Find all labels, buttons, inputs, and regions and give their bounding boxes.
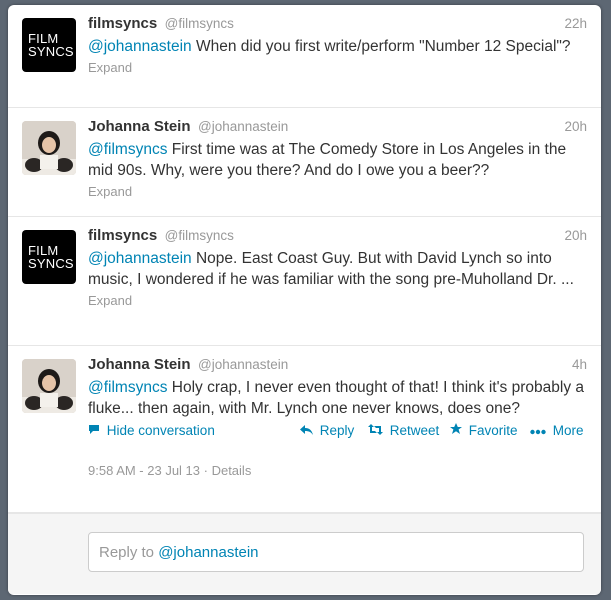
conversation-panel: FILM SYNCS filmsyncs @filmsyncs 22h @joh…: [8, 5, 601, 595]
expand-link[interactable]: Expand: [88, 184, 587, 199]
johanna-photo-icon: [22, 359, 76, 413]
tweet-text: @johannastein When did you first write/p…: [88, 38, 571, 55]
user-name[interactable]: filmsyncs: [88, 15, 157, 32]
reply-area: Reply to @johannastein: [8, 513, 601, 594]
tweet[interactable]: FILM SYNCS filmsyncs @filmsyncs 22h @joh…: [8, 5, 601, 108]
user-handle[interactable]: @filmsyncs: [165, 228, 234, 243]
avatar[interactable]: [22, 359, 76, 413]
tweet-actions: Hide conversation Reply Retweet Favorite: [88, 423, 587, 445]
mention-link[interactable]: @johannastein: [88, 250, 192, 267]
avatar[interactable]: FILM SYNCS: [22, 18, 76, 72]
user-handle[interactable]: @johannastein: [198, 119, 288, 134]
tweet-timestamp[interactable]: 9:58 AM - 23 Jul 13: [88, 463, 200, 478]
tweet[interactable]: FILM SYNCS filmsyncs @filmsyncs 20h @joh…: [8, 217, 601, 346]
filmsyncs-logo: FILM SYNCS: [28, 243, 74, 271]
details-link[interactable]: Details: [212, 463, 252, 478]
tweet-text: @johannastein Nope. East Coast Guy. But …: [88, 250, 574, 288]
reply-mention: @johannastein: [158, 544, 259, 561]
tweet[interactable]: Johanna Stein @johannastein 20h @filmsyn…: [8, 108, 601, 217]
user-name[interactable]: Johanna Stein: [88, 356, 191, 373]
speech-bubble-icon: [88, 423, 104, 438]
tweet-time[interactable]: 20h: [564, 225, 587, 247]
reply-arrow-icon: [300, 423, 317, 438]
retweet-icon: [368, 423, 387, 438]
reply-button[interactable]: Reply: [300, 423, 354, 438]
mention-link[interactable]: @johannastein: [88, 38, 192, 55]
tweet-expanded[interactable]: Johanna Stein @johannastein 4h @filmsync…: [8, 346, 601, 513]
johanna-photo-icon: [22, 121, 76, 175]
favorite-button[interactable]: Favorite: [450, 423, 518, 438]
reply-input[interactable]: Reply to @johannastein: [88, 532, 584, 572]
expand-link[interactable]: Expand: [88, 60, 587, 75]
filmsyncs-logo: FILM SYNCS: [28, 31, 74, 59]
tweet-timestamp-row: 9:58 AM - 23 Jul 13 · Details: [88, 463, 252, 478]
tweet-time[interactable]: 22h: [564, 13, 587, 35]
star-icon: [450, 423, 466, 438]
hide-conversation-link[interactable]: Hide conversation: [88, 423, 215, 438]
avatar[interactable]: [22, 121, 76, 175]
user-name[interactable]: Johanna Stein: [88, 118, 191, 135]
mention-link[interactable]: @filmsyncs: [88, 141, 167, 158]
avatar[interactable]: FILM SYNCS: [22, 230, 76, 284]
tweet-time[interactable]: 4h: [572, 354, 587, 376]
tweet-text: @filmsyncs Holy crap, I never even thoug…: [88, 379, 584, 417]
user-name[interactable]: filmsyncs: [88, 227, 157, 244]
user-handle[interactable]: @filmsyncs: [165, 16, 234, 31]
tweet-time[interactable]: 20h: [564, 116, 587, 138]
mention-link[interactable]: @filmsyncs: [88, 379, 167, 396]
tweet-text: @filmsyncs First time was at The Comedy …: [88, 141, 567, 179]
ellipsis-icon: [530, 423, 550, 438]
retweet-button[interactable]: Retweet: [368, 423, 439, 438]
user-handle[interactable]: @johannastein: [198, 357, 288, 372]
expand-link[interactable]: Expand: [88, 293, 587, 308]
more-button[interactable]: More: [530, 423, 584, 438]
